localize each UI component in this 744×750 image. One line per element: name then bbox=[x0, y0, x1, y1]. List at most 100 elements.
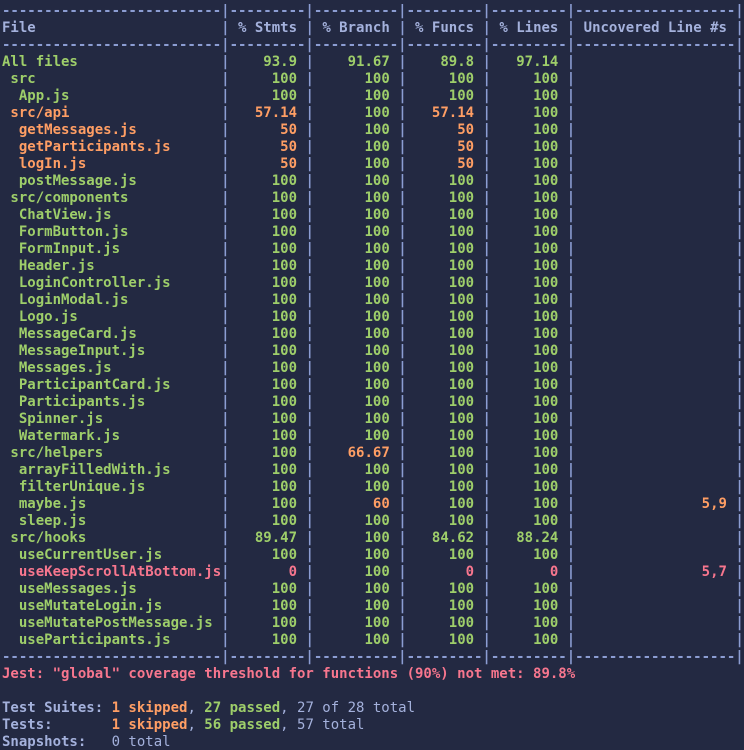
cell-branch: 100 bbox=[313, 122, 399, 138]
cell-funcs: 100 bbox=[406, 343, 483, 359]
column-separator: | bbox=[305, 173, 314, 189]
column-separator: | bbox=[305, 326, 314, 342]
cell-uncovered bbox=[575, 547, 735, 563]
column-separator: | bbox=[735, 445, 744, 461]
column-separator: | bbox=[398, 445, 407, 461]
cell-stmts: 100 bbox=[229, 479, 306, 495]
cell-funcs: 100 bbox=[406, 326, 483, 342]
cell-funcs: 50 bbox=[406, 156, 483, 172]
cell-stmts: 100 bbox=[229, 394, 306, 410]
cell-funcs: 0 bbox=[406, 564, 483, 580]
table-row: useMutatePostMessage.js | 100 | 100 | 10… bbox=[2, 615, 744, 632]
column-separator: | bbox=[566, 411, 576, 427]
cell-file: src/helpers bbox=[2, 445, 222, 461]
column-separator: | bbox=[482, 445, 491, 461]
column-separator: | bbox=[735, 530, 744, 546]
cell-branch: 100 bbox=[313, 275, 399, 291]
cell-file: src/api bbox=[2, 105, 222, 121]
column-header--stmts: % Stmts bbox=[229, 20, 306, 36]
column-separator: | bbox=[482, 615, 491, 631]
column-separator: | bbox=[398, 615, 407, 631]
cell-file: useParticipants.js bbox=[2, 632, 222, 648]
column-header--lines: % Lines bbox=[490, 20, 567, 36]
column-separator: | bbox=[221, 309, 230, 325]
column-separator: | bbox=[566, 479, 576, 495]
column-separator: | bbox=[221, 139, 230, 155]
cell-funcs: 100 bbox=[406, 411, 483, 427]
count-total: , bbox=[187, 700, 205, 716]
column-separator: | bbox=[735, 360, 744, 376]
column-separator: | bbox=[398, 20, 407, 36]
column-separator: | bbox=[221, 173, 230, 189]
cell-file: Participants.js bbox=[2, 394, 222, 410]
column-separator: | bbox=[221, 411, 230, 427]
column-separator: | bbox=[566, 394, 576, 410]
column-separator: | bbox=[735, 71, 744, 87]
cell-lines: 88.24 bbox=[490, 530, 567, 546]
column-separator: | bbox=[398, 156, 407, 172]
table-row: src | 100 | 100 | 100 | 100 | | bbox=[2, 71, 744, 88]
column-separator: | bbox=[482, 343, 491, 359]
cell-funcs: 100 bbox=[406, 377, 483, 393]
cell-stmts: 100 bbox=[229, 275, 306, 291]
column-separator: | bbox=[305, 207, 314, 223]
column-separator: | bbox=[566, 581, 576, 597]
cell-stmts: 100 bbox=[229, 343, 306, 359]
column-separator: | bbox=[221, 292, 230, 308]
cell-branch: 100 bbox=[313, 598, 399, 614]
column-separator: | bbox=[305, 20, 314, 36]
cell-lines: 100 bbox=[490, 122, 567, 138]
column-separator: | bbox=[398, 513, 407, 529]
cell-lines: 100 bbox=[490, 207, 567, 223]
cell-lines: 100 bbox=[490, 462, 567, 478]
column-separator: | bbox=[398, 190, 407, 206]
cell-uncovered bbox=[575, 411, 735, 427]
cell-lines: 100 bbox=[490, 581, 567, 597]
cell-lines: 100 bbox=[490, 139, 567, 155]
cell-uncovered bbox=[575, 88, 735, 104]
table-row: useParticipants.js | 100 | 100 | 100 | 1… bbox=[2, 632, 744, 649]
cell-funcs: 50 bbox=[406, 139, 483, 155]
cell-uncovered bbox=[575, 581, 735, 597]
cell-branch: 100 bbox=[313, 105, 399, 121]
cell-branch: 100 bbox=[313, 71, 399, 87]
column-separator: | bbox=[221, 224, 230, 240]
cell-uncovered bbox=[575, 360, 735, 376]
cell-uncovered bbox=[575, 156, 735, 172]
column-separator: | bbox=[221, 54, 230, 70]
column-separator: | bbox=[566, 292, 576, 308]
cell-stmts: 100 bbox=[229, 88, 306, 104]
cell-branch: 66.67 bbox=[313, 445, 399, 461]
table-row: useCurrentUser.js | 100 | 100 | 100 | 10… bbox=[2, 547, 744, 564]
cell-file: getMessages.js bbox=[2, 122, 222, 138]
column-separator: | bbox=[398, 105, 407, 121]
column-separator: | bbox=[305, 530, 314, 546]
cell-stmts: 100 bbox=[229, 428, 306, 444]
cell-lines: 100 bbox=[490, 241, 567, 257]
cell-lines: 100 bbox=[490, 394, 567, 410]
column-separator: | bbox=[566, 156, 576, 172]
column-separator: | bbox=[221, 326, 230, 342]
cell-uncovered bbox=[575, 479, 735, 495]
cell-uncovered bbox=[575, 190, 735, 206]
column-separator: | bbox=[482, 71, 491, 87]
cell-stmts: 100 bbox=[229, 71, 306, 87]
cell-lines: 100 bbox=[490, 88, 567, 104]
cell-funcs: 84.62 bbox=[406, 530, 483, 546]
cell-branch: 100 bbox=[313, 292, 399, 308]
column-separator: | bbox=[305, 122, 314, 138]
column-separator: | bbox=[735, 173, 744, 189]
column-separator: | bbox=[566, 496, 576, 512]
column-separator: | bbox=[482, 598, 491, 614]
cell-stmts: 100 bbox=[229, 258, 306, 274]
cell-file: App.js bbox=[2, 88, 222, 104]
table-row: ChatView.js | 100 | 100 | 100 | 100 | | bbox=[2, 207, 744, 224]
cell-lines: 100 bbox=[490, 411, 567, 427]
cell-file: useMessages.js bbox=[2, 581, 222, 597]
column-separator: | bbox=[735, 343, 744, 359]
cell-stmts: 100 bbox=[229, 581, 306, 597]
column-separator: | bbox=[305, 411, 314, 427]
cell-lines: 100 bbox=[490, 292, 567, 308]
column-separator: | bbox=[221, 479, 230, 495]
table-row: All files | 93.9 | 91.67 | 89.8 | 97.14 … bbox=[2, 54, 744, 71]
